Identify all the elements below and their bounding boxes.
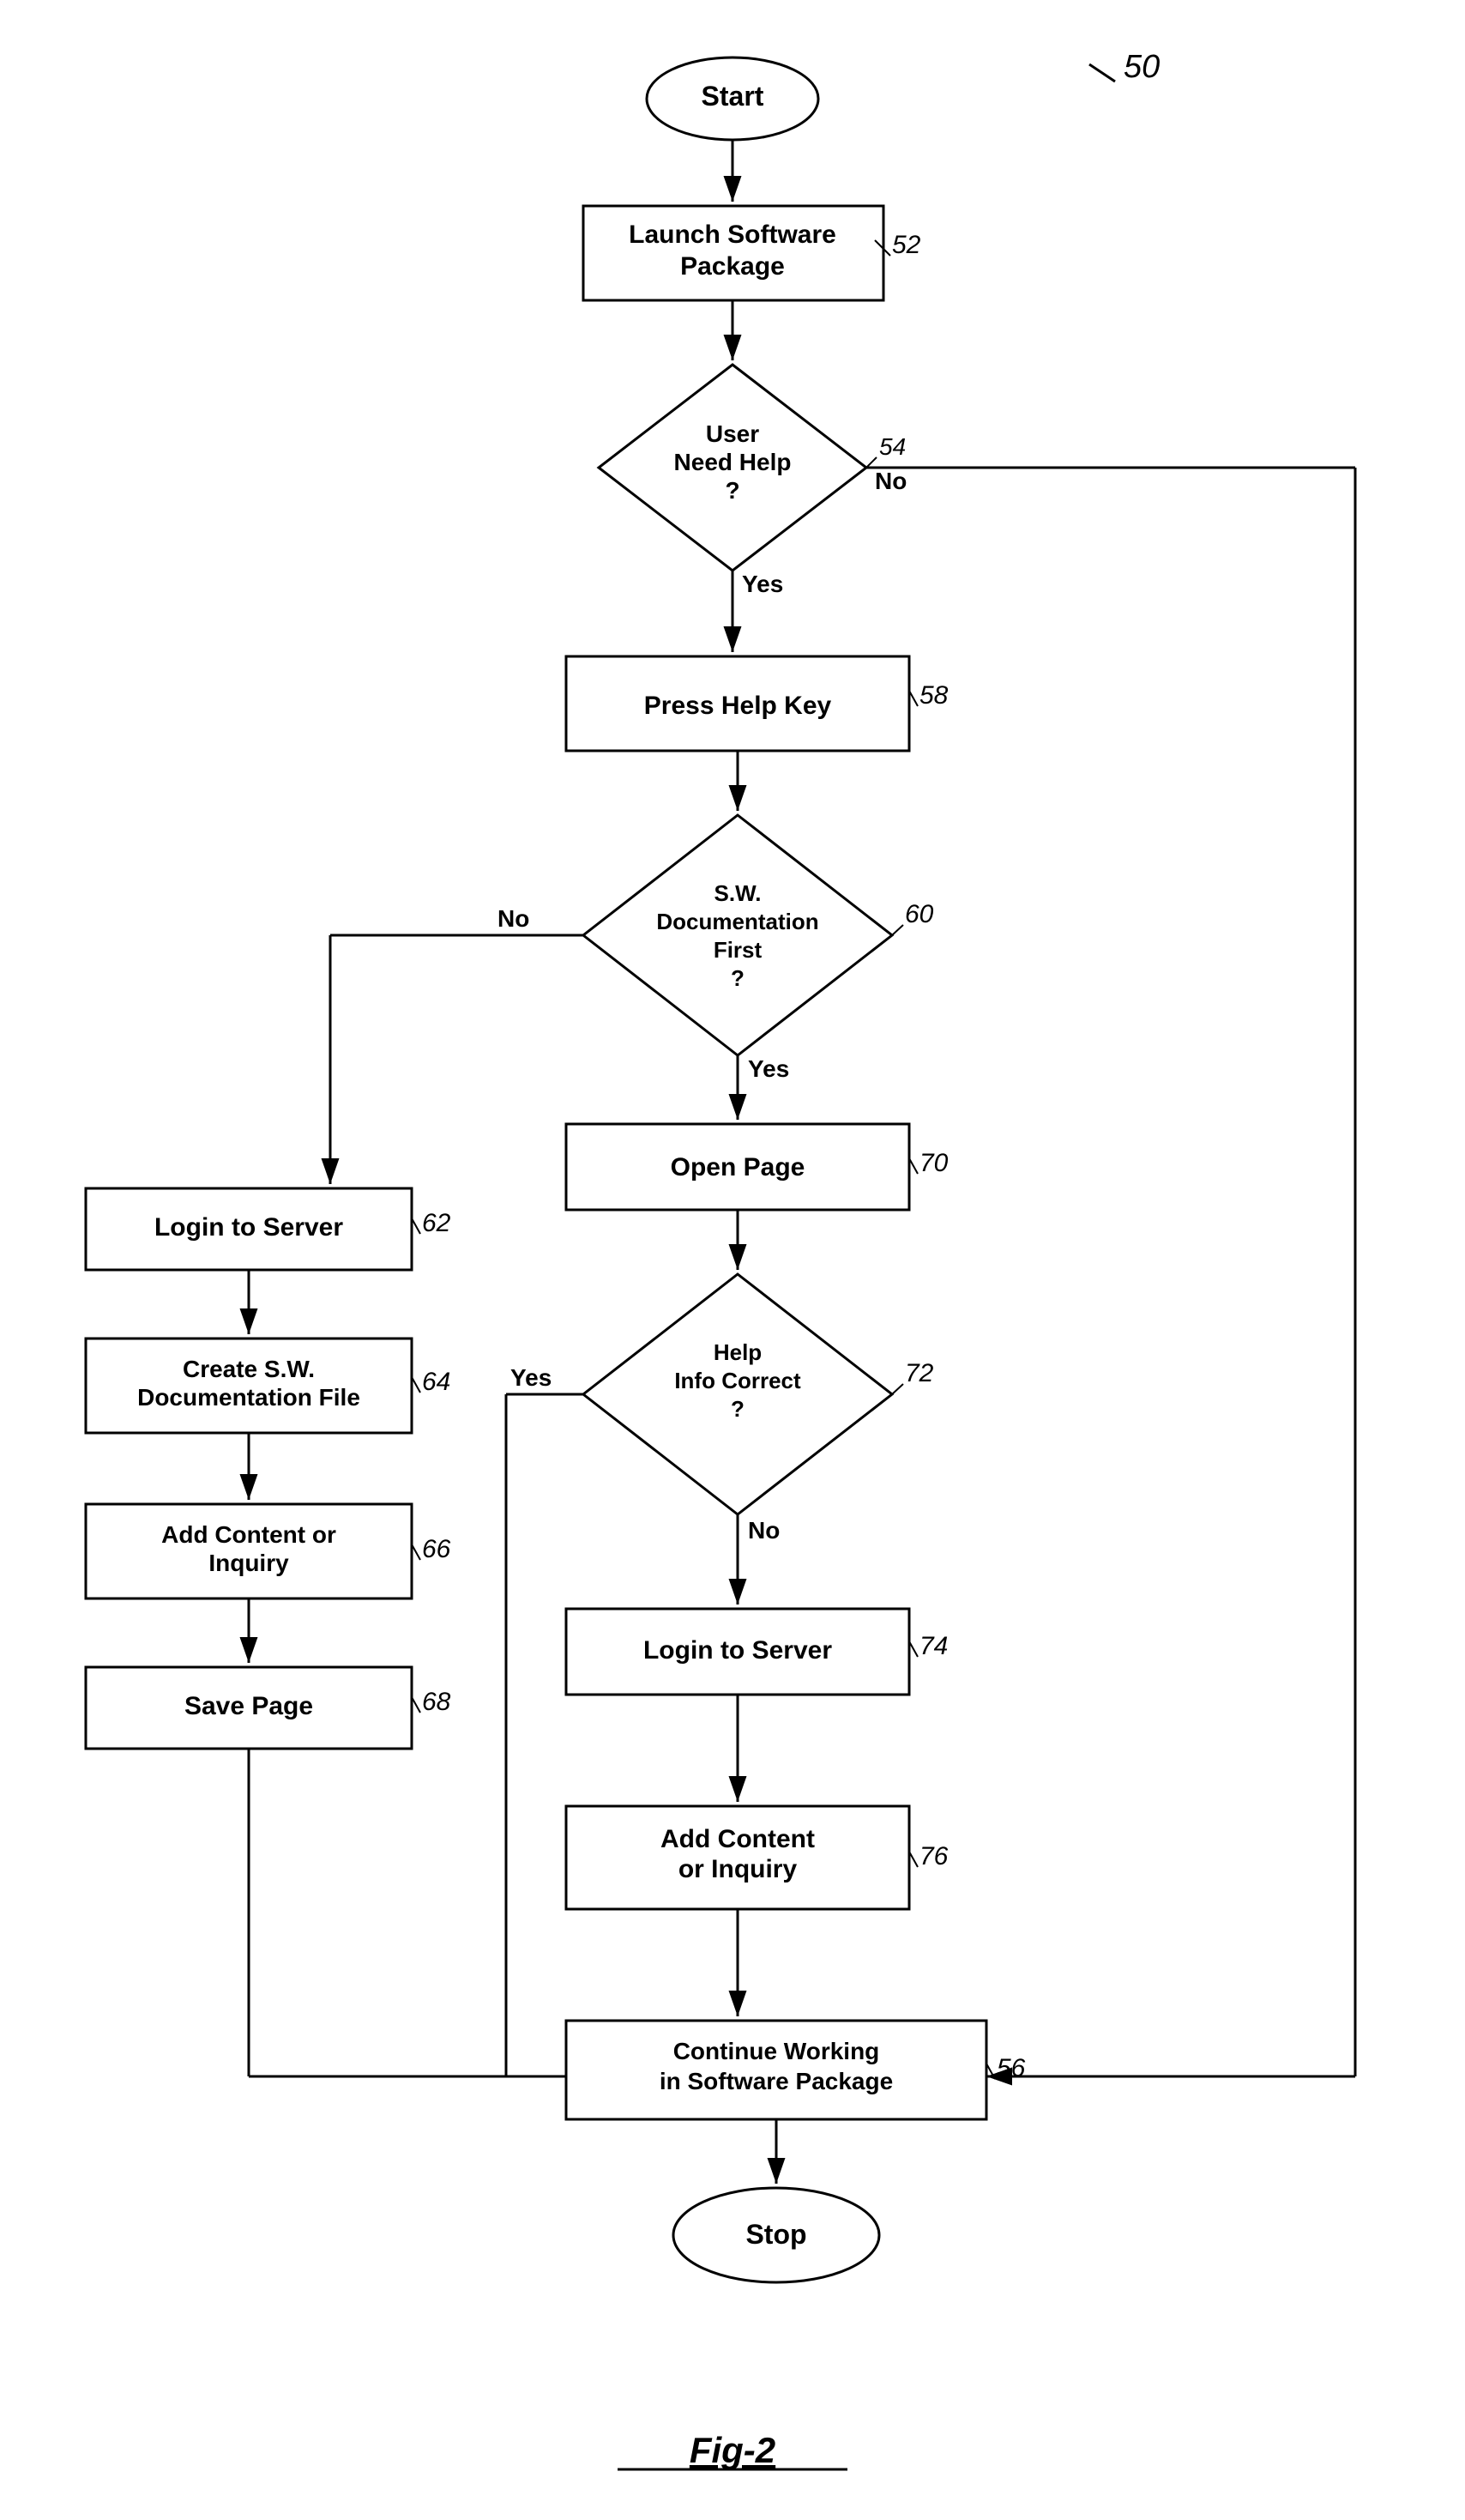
- no-label-user-help: No: [875, 468, 907, 494]
- sw-doc-label3: First: [714, 937, 763, 963]
- save-page-ref: 68: [422, 1688, 451, 1716]
- figure-number: 50: [1124, 49, 1160, 85]
- add-content-left-label2: Inquiry: [208, 1550, 289, 1576]
- create-sw-doc-label1: Create S.W.: [183, 1356, 315, 1382]
- user-need-help-label1: User: [706, 420, 759, 447]
- sw-doc-diamond: [583, 815, 892, 1055]
- add-content-left-ref: 66: [422, 1535, 451, 1563]
- add-content-right-ref: 76: [919, 1842, 949, 1870]
- yes-label-user-help: Yes: [742, 571, 783, 597]
- sw-doc-label1: S.W.: [714, 880, 762, 906]
- open-page-ref: 70: [919, 1149, 949, 1177]
- flowchart-diagram: 50 Start Launch Software Package 52 User…: [0, 0, 1465, 2520]
- user-need-help-label2: Need Help: [674, 449, 792, 475]
- login-server-right-label: Login to Server: [643, 1636, 832, 1665]
- sw-doc-ref: 60: [905, 900, 934, 928]
- add-content-right-label2: or Inquiry: [678, 1855, 798, 1883]
- help-info-label1: Help: [714, 1339, 762, 1365]
- launch-label: Launch Software: [629, 221, 836, 249]
- yes-label-sw-doc: Yes: [748, 1055, 789, 1082]
- help-info-diamond: [583, 1274, 892, 1514]
- continue-working-label2: in Software Package: [660, 2068, 893, 2094]
- create-sw-doc-ref: 64: [422, 1368, 450, 1396]
- login-server-right-ref: 74: [919, 1632, 948, 1660]
- fig-label: Fig-2: [690, 2430, 775, 2470]
- save-page-label: Save Page: [184, 1692, 313, 1720]
- launch-ref: 52: [892, 231, 921, 259]
- user-need-help-ref: 54: [879, 433, 906, 460]
- yes-label-help-info: Yes: [510, 1364, 552, 1391]
- help-info-label3: ?: [731, 1396, 745, 1422]
- open-page-label: Open Page: [671, 1153, 805, 1181]
- sw-doc-label4: ?: [731, 965, 745, 991]
- create-sw-doc-label2: Documentation File: [137, 1384, 360, 1411]
- user-need-help-label3: ?: [725, 477, 739, 504]
- login-server-left-label: Login to Server: [154, 1213, 343, 1242]
- press-help-label: Press Help Key: [644, 692, 832, 720]
- sw-doc-label2: Documentation: [656, 909, 818, 934]
- add-content-right-label1: Add Content: [660, 1825, 815, 1853]
- press-help-ref: 58: [919, 681, 949, 710]
- launch-label2: Package: [680, 252, 785, 281]
- continue-working-ref: 56: [997, 2054, 1026, 2082]
- no-label-sw-doc: No: [497, 905, 529, 932]
- no-label-help-info: No: [748, 1517, 780, 1544]
- stop-label: Stop: [745, 2219, 806, 2250]
- login-server-left-ref: 62: [422, 1209, 451, 1237]
- continue-working-label1: Continue Working: [673, 2038, 880, 2064]
- help-info-ref: 72: [905, 1359, 934, 1387]
- help-info-label2: Info Correct: [674, 1368, 801, 1393]
- add-content-left-label1: Add Content or: [161, 1521, 336, 1548]
- start-label: Start: [702, 81, 764, 112]
